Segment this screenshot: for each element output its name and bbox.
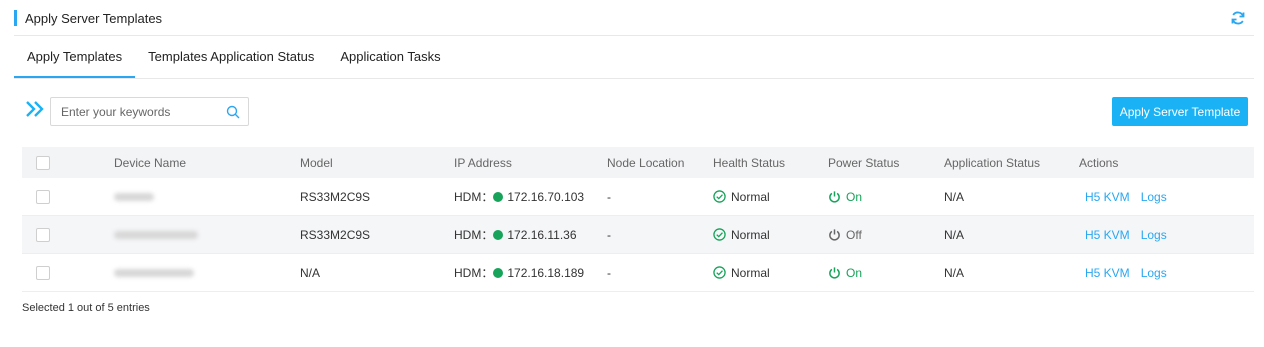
search-icon[interactable] [226,105,240,119]
header-health-status[interactable]: Health Status [713,147,785,178]
header-device-name[interactable]: Device Name [114,147,186,178]
ip-address-cell: HDM： 172.16.70.103 [454,178,584,215]
header-divider [14,35,1254,36]
logs-link[interactable]: Logs [1141,190,1167,204]
search-box [50,97,249,126]
check-circle-icon [713,266,726,279]
ip-prefix: HDM： [454,228,494,242]
ip-value[interactable]: 172.16.18.189 [507,266,584,280]
device-name-redacted [114,268,194,277]
tabs-divider [14,78,1254,79]
node-location-cell: - [607,265,611,280]
power-status-cell: On [828,254,862,291]
ip-value[interactable]: 172.16.11.36 [507,228,576,242]
table-row: N/A HDM： 172.16.18.189 - Normal On N/A H… [22,254,1254,292]
h5-kvm-link[interactable]: H5 KVM [1085,228,1130,242]
power-icon [829,267,840,279]
power-status-cell: Off [828,216,862,253]
power-label: On [846,265,863,280]
devices-table: Device Name Model IP Address Node Locati… [22,147,1254,292]
tab-templates-application-status[interactable]: Templates Application Status [135,44,327,78]
application-status-cell: N/A [944,227,965,242]
model-cell: N/A [300,265,321,280]
health-label: Normal [731,227,770,242]
device-name-redacted [114,192,154,201]
header-node-location[interactable]: Node Location [607,147,684,178]
title-accent-bar [14,10,17,26]
search-input[interactable] [51,99,221,124]
ip-address-cell: HDM： 172.16.18.189 [454,254,584,291]
ip-address-cell: HDM： 172.16.11.36 [454,216,577,253]
model-cell: RS33M2C9S [300,189,371,204]
actions-cell: H5 KVM Logs [1085,254,1178,291]
tab-application-tasks[interactable]: Application Tasks [327,44,453,78]
power-label: Off [846,227,862,242]
health-label: Normal [731,189,770,204]
page-header: Apply Server Templates [14,8,1254,28]
selection-summary: Selected 1 out of 5 entries [22,302,150,314]
page-title: Apply Server Templates [25,10,163,26]
header-application-status[interactable]: Application Status [944,147,1040,178]
actions-cell: H5 KVM Logs [1085,178,1178,215]
row-checkbox[interactable] [36,189,50,204]
model-cell: RS33M2C9S [300,227,371,242]
node-location-cell: - [607,189,611,204]
device-name-redacted [114,230,198,239]
h5-kvm-link[interactable]: H5 KVM [1085,190,1130,204]
ip-prefix: HDM： [454,266,494,280]
logs-link[interactable]: Logs [1141,266,1167,280]
health-label: Normal [731,265,770,280]
health-status-cell: Normal [713,216,770,253]
ip-prefix: HDM： [454,190,494,204]
tab-bar: Apply Templates Templates Application St… [14,44,454,78]
table-row: RS33M2C9S HDM： 172.16.11.36 - Normal Off… [22,216,1254,254]
expand-filter-icon[interactable] [24,99,46,119]
refresh-icon[interactable] [1230,10,1246,26]
node-location-cell: - [607,227,611,242]
ip-status-dot [493,267,504,278]
ip-status-dot [493,191,504,202]
row-checkbox[interactable] [36,265,50,280]
health-status-cell: Normal [713,178,770,215]
header-power-status[interactable]: Power Status [828,147,899,178]
logs-link[interactable]: Logs [1141,228,1167,242]
table-row: RS33M2C9S HDM： 172.16.70.103 - Normal On… [22,178,1254,216]
power-icon [829,191,840,203]
application-status-cell: N/A [944,189,965,204]
check-circle-icon [713,228,726,241]
table-header: Device Name Model IP Address Node Locati… [22,147,1254,178]
tab-apply-templates[interactable]: Apply Templates [14,44,136,78]
apply-server-template-button[interactable]: Apply Server Template [1112,97,1248,126]
header-ip-address[interactable]: IP Address [454,147,512,178]
power-icon [829,229,840,241]
health-status-cell: Normal [713,254,770,291]
power-label: On [846,189,863,204]
application-status-cell: N/A [944,265,965,280]
check-circle-icon [713,190,726,203]
header-actions: Actions [1079,155,1119,170]
actions-cell: H5 KVM Logs [1085,216,1178,253]
select-all-checkbox[interactable] [36,155,50,170]
power-status-cell: On [828,178,862,215]
ip-value[interactable]: 172.16.70.103 [507,190,584,204]
row-checkbox[interactable] [36,227,50,242]
header-model[interactable]: Model [300,147,333,178]
h5-kvm-link[interactable]: H5 KVM [1085,266,1130,280]
ip-status-dot [493,229,504,240]
